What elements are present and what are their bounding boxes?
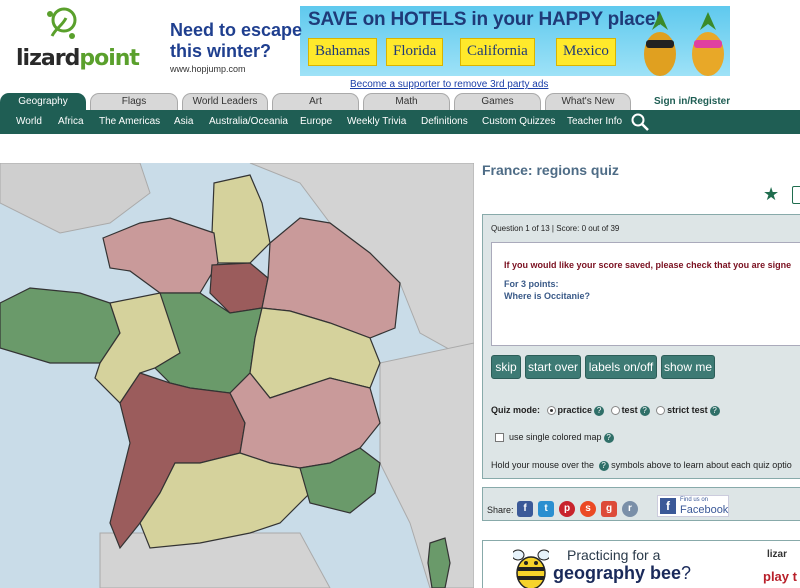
hold-hint-text-a: Hold your mouse over the: [491, 460, 595, 470]
signin-link[interactable]: Sign in/Register: [654, 96, 730, 107]
list-icon[interactable]: [792, 186, 800, 204]
tab-games[interactable]: Games: [454, 93, 541, 110]
question-message-box: If you would like your score saved, plea…: [491, 242, 800, 346]
subnav-weekly-trivia[interactable]: Weekly Trivia: [347, 116, 406, 127]
test-radio[interactable]: [610, 406, 620, 416]
strict-test-help-icon[interactable]: ?: [709, 405, 720, 416]
strict-test-label: strict test: [667, 405, 708, 415]
bee-ad-line1: Practicing for a: [567, 547, 661, 563]
geography-bee-ad[interactable]: Practicing for a geography bee? lizar pl…: [482, 540, 800, 588]
subnav-asia[interactable]: Asia: [174, 116, 193, 127]
facebook-find-us-button[interactable]: f Find us on Facebook: [657, 495, 729, 517]
single-color-help-icon[interactable]: ?: [603, 432, 614, 443]
test-label: test: [621, 405, 638, 415]
hotel-ad-banner[interactable]: Need to escape this winter? www.hopjump.…: [166, 6, 730, 76]
share-label: Share:: [487, 505, 514, 515]
hold-hint-text-b: symbols above to learn about each quiz o…: [611, 460, 792, 470]
quiz-mode-row: Quiz mode: practice? test? strict test?: [491, 405, 720, 416]
quiz-title: France: regions quiz: [482, 162, 619, 178]
ad-headline-line1: Need to escape: [170, 20, 303, 40]
practice-help-icon[interactable]: ?: [594, 405, 605, 416]
ad-headline-line2: this winter?: [170, 41, 272, 61]
logo-text-lizard: lizard: [16, 46, 80, 71]
subnav-europe[interactable]: Europe: [300, 116, 332, 127]
france-map-svg[interactable]: [0, 163, 474, 588]
twitter-icon[interactable]: t: [538, 501, 554, 517]
lizard-logo-icon: [47, 7, 77, 39]
question-text: Where is Occitanie?: [504, 291, 591, 301]
score-saved-message: If you would like your score saved, plea…: [504, 260, 792, 270]
star-icon[interactable]: ★: [763, 184, 779, 205]
ad-destination-bahamas[interactable]: Bahamas: [308, 38, 377, 66]
ad-banner-text: SAVE on HOTELS in your HAPPY place!: [308, 9, 662, 30]
tab-world-leaders[interactable]: World Leaders: [182, 93, 268, 110]
bee-ad-play-text[interactable]: play t: [763, 569, 797, 584]
subnav-world[interactable]: World: [16, 116, 42, 127]
subnav-custom-quizzes[interactable]: Custom Quizzes: [482, 116, 555, 127]
practice-label: practice: [557, 405, 593, 415]
bee-ad-question-mark: ?: [681, 563, 692, 583]
tab-math[interactable]: Math: [363, 93, 450, 110]
test-help-icon[interactable]: ?: [639, 405, 650, 416]
ad-destination-california[interactable]: California: [460, 38, 535, 66]
logo-text-point: point: [79, 46, 140, 71]
bee-ad-line2: geography bee?: [553, 563, 691, 584]
google-plus-icon[interactable]: g: [601, 501, 617, 517]
reddit-icon[interactable]: r: [622, 501, 638, 517]
strict-test-radio[interactable]: [656, 406, 666, 416]
subnav-americas[interactable]: The Americas: [99, 116, 160, 127]
hint-help-icon: ?: [598, 460, 609, 471]
skip-button[interactable]: skip: [491, 355, 521, 379]
subnav-africa[interactable]: Africa: [58, 116, 84, 127]
tab-flags[interactable]: Flags: [90, 93, 178, 110]
stumbleupon-icon[interactable]: s: [580, 501, 596, 517]
ad-url: www.hopjump.com: [170, 64, 246, 74]
show-me-button[interactable]: show me: [661, 355, 715, 379]
facebook-logo-icon: f: [660, 498, 676, 514]
subnav-teacher-info[interactable]: Teacher Info: [567, 116, 622, 127]
single-color-row: use single colored map?: [495, 432, 614, 443]
fb-find-us-text: Find us on: [680, 497, 709, 503]
pinterest-icon[interactable]: p: [559, 501, 575, 517]
region-hauts-de-france[interactable]: [211, 174, 271, 264]
tab-art[interactable]: Art: [272, 93, 359, 110]
single-color-label: use single colored map: [509, 432, 602, 442]
france-regions-map[interactable]: [0, 163, 474, 588]
subnav-australia-oceania[interactable]: Australia/Oceania: [209, 116, 288, 127]
practice-radio[interactable]: [546, 406, 556, 416]
lizardpoint-logo[interactable]: lizardpoint: [16, 6, 140, 72]
points-label: For 3 points:: [504, 279, 559, 289]
subnav-definitions[interactable]: Definitions: [421, 116, 468, 127]
fb-facebook-text: Facebook: [680, 504, 729, 516]
bee-icon: [513, 549, 549, 588]
quiz-panel: Question 1 of 13 | Score: 0 out of 39 If…: [482, 214, 800, 479]
start-over-button[interactable]: start over: [525, 355, 581, 379]
region-normandie[interactable]: [102, 217, 219, 294]
pineapple-pink-glasses-icon: [692, 12, 724, 76]
support-link[interactable]: Become a supporter to remove 3rd party a…: [350, 79, 548, 90]
region-bretagne[interactable]: [0, 287, 121, 364]
single-color-checkbox[interactable]: [495, 433, 504, 443]
neighbour-spain-land: [99, 532, 331, 588]
ad-destination-mexico[interactable]: Mexico: [556, 38, 616, 66]
share-bar: Share: f t p s g r f Find us on Facebook: [482, 487, 800, 521]
tab-whats-new[interactable]: What's New: [545, 93, 631, 110]
region-corse[interactable]: [427, 537, 451, 588]
labels-toggle-button[interactable]: labels on/off: [585, 355, 657, 379]
tab-geography[interactable]: Geography: [0, 93, 86, 110]
hold-mouse-hint: Hold your mouse over the ? symbols above…: [491, 460, 792, 471]
search-icon[interactable]: [630, 113, 650, 131]
ad-destination-florida[interactable]: Florida: [386, 38, 444, 66]
pineapple-icon: [644, 12, 676, 76]
question-info: Question 1 of 13 | Score: 0 out of 39: [491, 224, 620, 233]
facebook-icon[interactable]: f: [517, 501, 533, 517]
quiz-mode-label: Quiz mode:: [491, 405, 540, 415]
neighbour-uk-land: [0, 163, 151, 234]
sub-navigation: World Africa The Americas Asia Australia…: [0, 110, 800, 134]
neighbour-switzerland-italy-land: [379, 342, 474, 588]
bee-ad-line2-text: geography bee: [553, 563, 682, 583]
ad-headline: Need to escape this winter?: [170, 20, 302, 62]
bee-ad-brand: lizar: [767, 549, 788, 560]
